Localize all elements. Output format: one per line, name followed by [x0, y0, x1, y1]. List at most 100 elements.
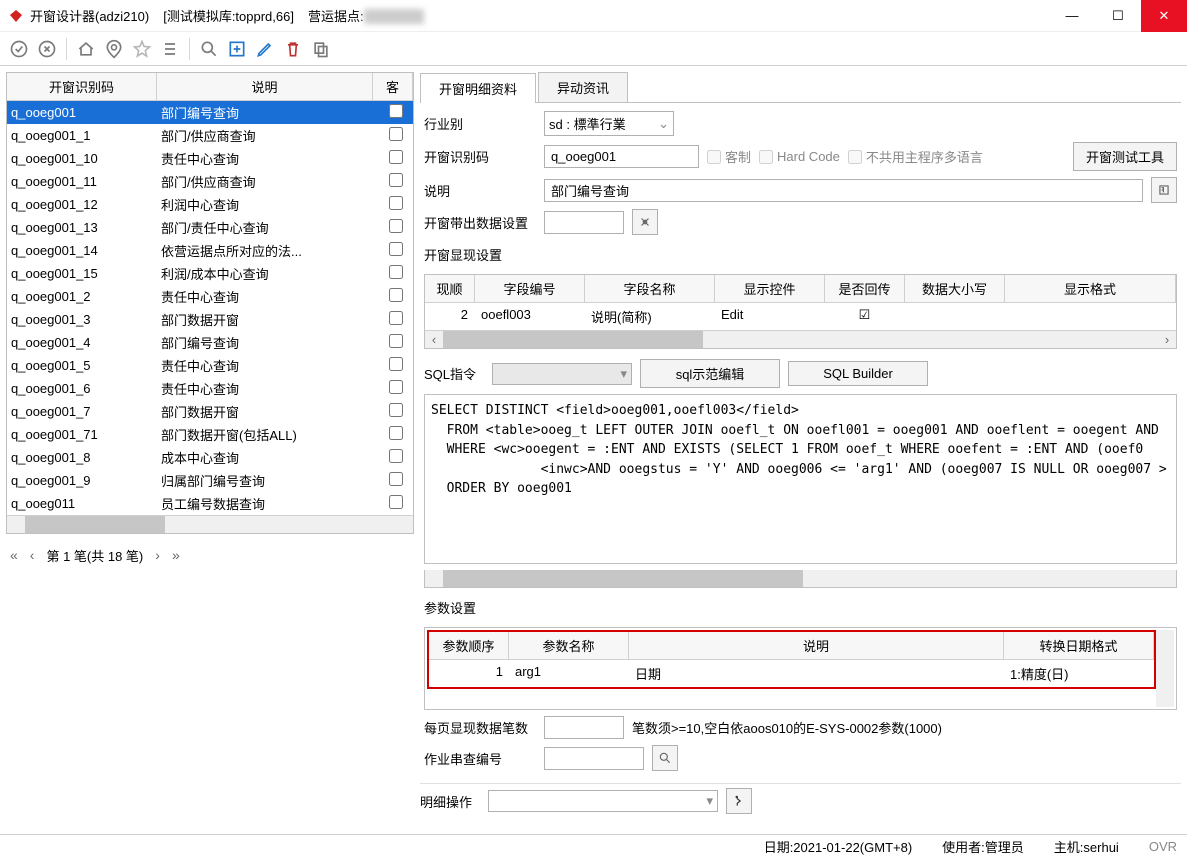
col-code[interactable]: 开窗识别码	[7, 73, 157, 100]
p-col-name[interactable]: 参数名称	[509, 632, 629, 659]
confirm-icon[interactable]	[6, 36, 32, 62]
row-cust-checkbox[interactable]	[389, 127, 403, 141]
dg-col-fmt[interactable]: 显示格式	[1005, 275, 1176, 302]
sql-builder-button[interactable]: SQL Builder	[788, 361, 928, 386]
sql-hscroll[interactable]	[424, 570, 1177, 588]
list-row[interactable]: q_ooeg011员工编号数据查询	[7, 492, 413, 515]
row-cust-checkbox[interactable]	[389, 403, 403, 417]
list-row[interactable]: q_ooeg001_10责任中心查询	[7, 147, 413, 170]
list-row[interactable]: q_ooeg001_13部门/责任中心查询	[7, 216, 413, 239]
minimize-button[interactable]: —	[1049, 0, 1095, 32]
p-col-seq[interactable]: 参数顺序	[429, 632, 509, 659]
params-row[interactable]: 1 arg1 日期 1:精度(日)	[429, 660, 1154, 687]
copy-icon[interactable]	[308, 36, 334, 62]
id-input[interactable]	[544, 145, 699, 168]
custom-checkbox[interactable]: 客制	[707, 147, 751, 166]
export-input[interactable]	[544, 211, 624, 234]
dg-col-ctrl[interactable]: 显示控件	[715, 275, 825, 302]
edit-icon[interactable]	[252, 36, 278, 62]
row-cust-checkbox[interactable]	[389, 449, 403, 463]
row-cust-checkbox[interactable]	[389, 380, 403, 394]
test-tool-button[interactable]: 开窗测试工具	[1073, 142, 1177, 171]
list-row[interactable]: q_ooeg001_71部门数据开窗(包括ALL)	[7, 423, 413, 446]
list-row[interactable]: q_ooeg001_8成本中心查询	[7, 446, 413, 469]
sql-label: SQL指令	[424, 364, 484, 383]
industry-select[interactable]: sd : 標準行業⌄	[544, 111, 674, 136]
delete-icon[interactable]	[280, 36, 306, 62]
dg-col-seq[interactable]: 现顺	[425, 275, 475, 302]
col-cust[interactable]: 客	[373, 73, 413, 100]
sql-demo-button[interactable]: sql示范编辑	[640, 359, 780, 388]
row-cust-checkbox[interactable]	[389, 173, 403, 187]
dg-col-ret[interactable]: 是否回传	[825, 275, 905, 302]
list-row[interactable]: q_ooeg001_6责任中心查询	[7, 377, 413, 400]
row-cust-checkbox[interactable]	[389, 472, 403, 486]
row-cust-checkbox[interactable]	[389, 265, 403, 279]
detail-op-run-button[interactable]	[726, 788, 752, 814]
sql-select[interactable]: ▾	[492, 363, 632, 385]
dg-col-name[interactable]: 字段名称	[585, 275, 715, 302]
list-row[interactable]: q_ooeg001_3部门数据开窗	[7, 308, 413, 331]
list-row[interactable]: q_ooeg001_5责任中心查询	[7, 354, 413, 377]
search-icon[interactable]	[196, 36, 222, 62]
checkbox-return[interactable]: ☑	[825, 303, 905, 330]
row-cust-checkbox[interactable]	[389, 426, 403, 440]
row-cust-checkbox[interactable]	[389, 219, 403, 233]
list-row[interactable]: q_ooeg001_2责任中心查询	[7, 285, 413, 308]
pagesize-hint: 笔数须>=10,空白依aoos010的E-SYS-0002参数(1000)	[632, 718, 942, 737]
statusbar: 日期:2021-01-22(GMT+8) 使用者:管理员 主机:serhui O…	[0, 834, 1187, 858]
row-cust-checkbox[interactable]	[389, 288, 403, 302]
list-row[interactable]: q_ooeg001_11部门/供应商查询	[7, 170, 413, 193]
row-cust-checkbox[interactable]	[389, 242, 403, 256]
list-row[interactable]: q_ooeg001_15利润/成本中心查询	[7, 262, 413, 285]
list-row[interactable]: q_ooeg001_1部门/供应商查询	[7, 124, 413, 147]
pager-next[interactable]: ›	[155, 547, 160, 563]
home-icon[interactable]	[73, 36, 99, 62]
export-config-button[interactable]	[632, 209, 658, 235]
list-icon[interactable]	[157, 36, 183, 62]
list-hscrollbar[interactable]	[7, 515, 413, 533]
jobserial-input[interactable]	[544, 747, 644, 770]
cancel-icon[interactable]	[34, 36, 60, 62]
list-row[interactable]: q_ooeg001_7部门数据开窗	[7, 400, 413, 423]
close-button[interactable]: ✕	[1141, 0, 1187, 32]
tab-changes[interactable]: 异动资讯	[538, 72, 628, 102]
list-row[interactable]: q_ooeg001_14依营运据点所对应的法...	[7, 239, 413, 262]
pager-first[interactable]: «	[10, 547, 18, 563]
desc-input[interactable]	[544, 179, 1143, 202]
titlebar: 开窗设计器(adzi210) [测试模拟库:topprd,66] 营运据点:xx…	[0, 0, 1187, 32]
col-desc[interactable]: 说明	[157, 73, 373, 100]
hardcode-checkbox[interactable]: Hard Code	[759, 149, 840, 164]
pin-icon[interactable]	[101, 36, 127, 62]
list-row[interactable]: q_ooeg001部门编号查询	[7, 101, 413, 124]
pager-prev[interactable]: ‹	[30, 547, 35, 563]
display-grid-row[interactable]: 2 ooefl003 说明(简称) Edit ☑	[425, 303, 1176, 330]
list-row[interactable]: q_ooeg001_9归属部门编号查询	[7, 469, 413, 492]
tab-detail[interactable]: 开窗明细资料	[420, 73, 536, 103]
jobserial-search-button[interactable]	[652, 745, 678, 771]
row-cust-checkbox[interactable]	[389, 196, 403, 210]
row-cust-checkbox[interactable]	[389, 311, 403, 325]
row-cust-checkbox[interactable]	[389, 334, 403, 348]
list-row[interactable]: q_ooeg001_4部门编号查询	[7, 331, 413, 354]
row-cust-checkbox[interactable]	[389, 104, 403, 118]
maximize-button[interactable]: ☐	[1095, 0, 1141, 32]
pagesize-input[interactable]	[544, 716, 624, 739]
p-col-datefmt[interactable]: 转换日期格式	[1004, 632, 1154, 659]
pager-last[interactable]: »	[172, 547, 180, 563]
sql-textarea[interactable]: SELECT DISTINCT <field>ooeg001,ooefl003<…	[424, 394, 1177, 564]
desc-lang-button[interactable]	[1151, 177, 1177, 203]
detail-op-select[interactable]: ▾	[488, 790, 718, 812]
dg-col-field[interactable]: 字段编号	[475, 275, 585, 302]
dg-col-case[interactable]: 数据大小写	[905, 275, 1005, 302]
star-icon[interactable]	[129, 36, 155, 62]
display-grid-hscroll[interactable]: ‹›	[425, 330, 1176, 348]
params-vscroll[interactable]	[1156, 630, 1174, 707]
no-multilang-checkbox[interactable]: 不共用主程序多语言	[848, 147, 983, 166]
row-cust-checkbox[interactable]	[389, 495, 403, 509]
row-cust-checkbox[interactable]	[389, 150, 403, 164]
list-row[interactable]: q_ooeg001_12利润中心查询	[7, 193, 413, 216]
row-cust-checkbox[interactable]	[389, 357, 403, 371]
p-col-desc[interactable]: 说明	[629, 632, 1004, 659]
add-icon[interactable]	[224, 36, 250, 62]
